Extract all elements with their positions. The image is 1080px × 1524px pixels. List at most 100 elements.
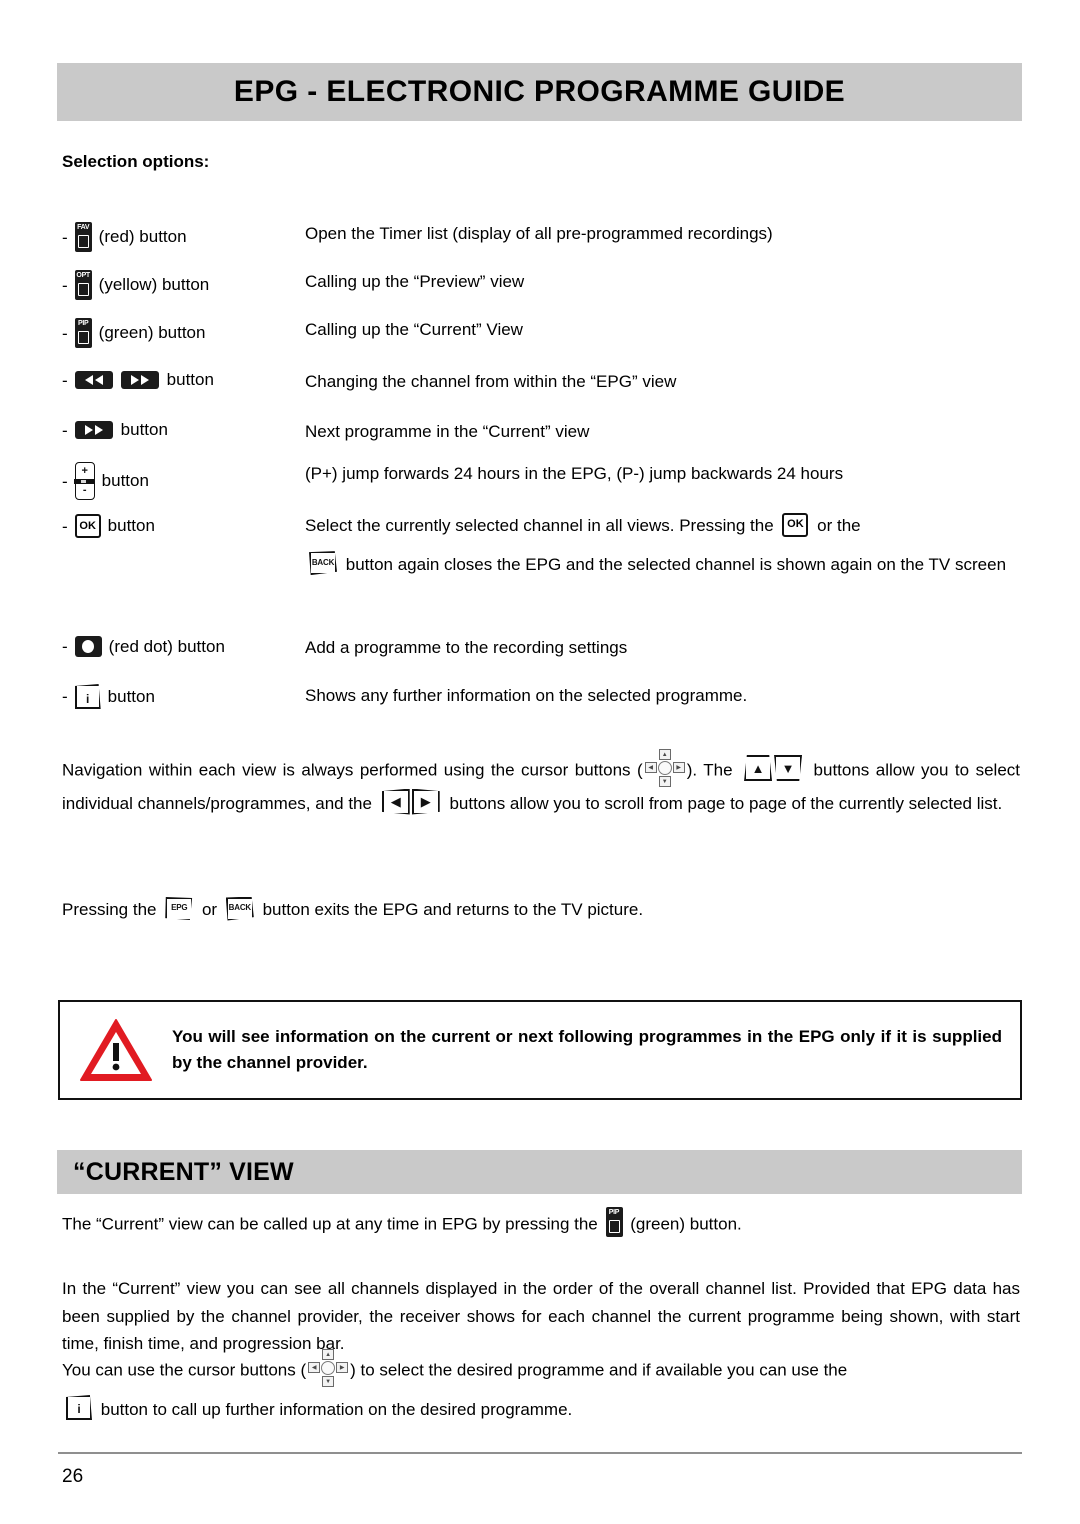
option-left-record: - (red dot) button: [62, 636, 305, 657]
down-arrow-key-icon[interactable]: ▼: [774, 755, 803, 781]
section-title-band: “CURRENT” VIEW: [57, 1150, 1022, 1194]
cursor-right-key[interactable]: ▶: [672, 762, 685, 773]
section-p3-part3: button to call up further information on…: [100, 1400, 573, 1419]
epg-key-label: EPG: [171, 903, 188, 913]
section-p1-part1: The “Current” view can be called up at a…: [62, 1214, 598, 1234]
record-dot: [82, 640, 95, 653]
inline-ok-key-icon[interactable]: OK: [782, 512, 809, 537]
option-description-rewind-forward: Changing the channel from within the “EP…: [305, 372, 677, 391]
exit-text-part2: or: [201, 900, 218, 919]
exit-text-part3: button exits the EPG and returns to the …: [262, 900, 644, 919]
navigation-text-part1: Navigation within each view is always pe…: [62, 760, 643, 780]
ok-description-part1: Select the currently selected channel in…: [305, 516, 774, 535]
option-row-info: - i button Shows any further information…: [62, 684, 1022, 709]
option-description-ok: Select the currently selected channel in…: [305, 512, 1022, 577]
option-left-fav: - FAV (red) button: [62, 222, 305, 252]
programme-rocker-key-icon[interactable]: + -: [74, 462, 95, 500]
cursor-up-key[interactable]: ▲: [322, 1349, 335, 1360]
pip-colour-key-icon-inline[interactable]: PIP: [605, 1207, 623, 1237]
pip-colour-key-icon[interactable]: PIP: [74, 318, 92, 348]
inline-back-key-label: BACK: [311, 558, 335, 568]
section-paragraph-1: The “Current” view can be called up at a…: [62, 1207, 1020, 1240]
option-row-record: - (red dot) button Add a programme to th…: [62, 636, 1022, 661]
exit-paragraph: Pressing the EPG or BACK button exits th…: [62, 896, 1020, 924]
info-key-icon-2[interactable]: i: [66, 1395, 92, 1421]
cursor-pad-icon-2[interactable]: ▲ ◀ ▶ ▼: [308, 1349, 349, 1387]
cursor-pad-icon[interactable]: ▲ ◀ ▶ ▼: [644, 749, 685, 787]
inline-back-key-icon[interactable]: BACK: [309, 551, 337, 576]
fast-forward-key-icon[interactable]: [120, 371, 159, 389]
option-label-ok: button: [107, 516, 155, 535]
option-row-forward: - button Next programme in the “Current”…: [62, 420, 1022, 445]
option-row-fav: - FAV (red) button Open the Timer list (…: [62, 222, 1022, 252]
back-key-icon[interactable]: BACK: [225, 896, 254, 921]
option-description-record: Add a programme to the recording setting…: [305, 638, 628, 657]
up-down-key-pair: ▲ ▼: [743, 753, 803, 781]
option-description-forward: Next programme in the “Current” view: [305, 422, 590, 441]
page-title: EPG - ELECTRONIC PROGRAMME GUIDE: [233, 75, 846, 108]
navigation-paragraph: Navigation within each view is always pe…: [62, 749, 1020, 818]
fav-colour-key-icon[interactable]: FAV: [74, 222, 92, 252]
cursor-left-key[interactable]: ◀: [644, 762, 657, 773]
epg-key-icon[interactable]: EPG: [165, 896, 193, 921]
rocker-plus-label: +: [81, 465, 88, 477]
section-p1-part2: (green) button.: [630, 1214, 742, 1234]
option-description-programme-rocker: (P+) jump forwards 24 hours in the EPG, …: [305, 464, 844, 483]
list-dash: -: [62, 471, 68, 491]
option-left-opt: - OPT (yellow) button: [62, 270, 305, 300]
exit-text-part1: Pressing the: [62, 900, 157, 919]
ok-key-icon[interactable]: OK: [74, 514, 101, 538]
option-row-ok: - OK button Select the currently selecte…: [62, 512, 1022, 577]
record-dot-key-icon[interactable]: [74, 636, 102, 657]
option-label-opt: (yellow) button: [98, 275, 210, 294]
selection-options-heading: Selection options:: [62, 152, 210, 171]
document-page: EPG - ELECTRONIC PROGRAMME GUIDE Selecti…: [0, 0, 1080, 1524]
option-label-info: button: [107, 686, 155, 706]
pip-key-square: [77, 331, 89, 344]
cursor-centre[interactable]: [657, 761, 672, 775]
left-arrow-key-icon[interactable]: ◀: [381, 788, 410, 815]
ok-description-part3: button again closes the EPG and the sele…: [345, 554, 1007, 574]
cursor-up-key[interactable]: ▲: [658, 749, 671, 760]
option-label-rewind-forward: button: [166, 370, 214, 389]
option-left-rewind-forward: - button: [62, 370, 305, 390]
list-dash: -: [62, 516, 68, 536]
option-label-forward: button: [120, 420, 168, 439]
pip-inline-key-label: PIP: [608, 1209, 620, 1216]
cursor-down-key[interactable]: ▼: [322, 1376, 335, 1387]
option-row-rewind-forward: - button Changing the channel from withi…: [62, 370, 1022, 395]
right-arrow-key-icon[interactable]: ▶: [411, 788, 440, 815]
opt-colour-key-icon[interactable]: OPT: [74, 270, 92, 300]
cursor-right-key[interactable]: ▶: [336, 1362, 349, 1373]
left-right-key-pair: ◀ ▶: [381, 787, 441, 815]
option-description-info: Shows any further information on the sel…: [305, 686, 748, 705]
cursor-down-key[interactable]: ▼: [658, 776, 671, 787]
rewind-key-icon[interactable]: [74, 371, 113, 389]
footer-divider: [58, 1452, 1022, 1454]
ok-key-label: OK: [79, 520, 96, 532]
option-row-opt: - OPT (yellow) button Calling up the “Pr…: [62, 270, 1022, 300]
pip-inline-key-square: [608, 1220, 620, 1233]
section-p3-part2: ) to select the desired programme and if…: [350, 1360, 848, 1380]
option-label-record: (red dot) button: [108, 636, 225, 656]
up-arrow-key-icon[interactable]: ▲: [744, 755, 773, 781]
section-p3-part1: You can use the cursor buttons (: [62, 1360, 307, 1380]
option-description-opt: Calling up the “Preview” view: [305, 272, 525, 291]
list-dash: -: [62, 420, 68, 440]
inline-ok-key-label: OK: [787, 517, 804, 530]
forward-key-icon[interactable]: [74, 421, 113, 439]
option-left-ok: - OK button: [62, 514, 305, 538]
navigation-text-part2: ). The: [686, 760, 733, 780]
list-dash: -: [62, 323, 68, 343]
info-key-icon[interactable]: i: [74, 684, 101, 709]
cursor-left-key[interactable]: ◀: [308, 1362, 321, 1373]
info-key-label: i: [86, 691, 90, 706]
page-title-band: EPG - ELECTRONIC PROGRAMME GUIDE: [57, 63, 1022, 121]
page-number: 26: [62, 1466, 84, 1487]
option-row-pip: - PIP (green) button Calling up the “Cur…: [62, 318, 1022, 348]
option-description-pip: Calling up the “Current” View: [305, 320, 523, 339]
cursor-centre[interactable]: [321, 1361, 336, 1375]
option-row-programme-rocker: - + - button (P+) jump forwards 24 hours…: [62, 462, 1022, 500]
rocker-minus-label: -: [82, 484, 87, 496]
